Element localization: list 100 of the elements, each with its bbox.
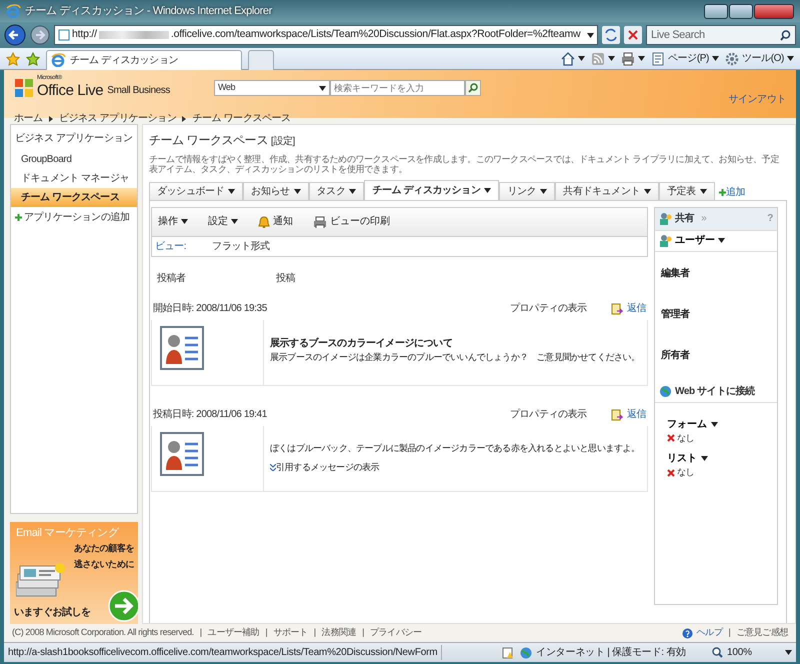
tab[interactable]: チーム ディスカッション [364, 180, 500, 200]
breadcrumb-link[interactable]: ビジネス アプリケーション [58, 111, 176, 126]
globe-icon [520, 646, 532, 658]
forward-button-icon[interactable] [30, 25, 50, 45]
reply-link[interactable]: 返信 [610, 407, 646, 422]
caret-icon [228, 188, 236, 194]
footer-link[interactable]: ユーザー補助 [208, 626, 260, 640]
role-label: 編集者 [660, 266, 691, 281]
panel-title: 共有 [675, 212, 694, 226]
tools-menu-button[interactable]: ツール(O) [724, 51, 794, 66]
search-field[interactable]: 検索キーワードを入力 [330, 80, 465, 96]
section-title: Web サイトに接続 [675, 384, 755, 399]
page-menu-button[interactable]: ページ(P) [651, 51, 719, 66]
contact-card-icon [160, 326, 204, 370]
printer-icon [313, 216, 327, 228]
divider-text: | [314, 626, 316, 640]
sidebar-item[interactable]: GroupBoard [11, 150, 137, 169]
tab[interactable]: お知らせ [243, 182, 309, 200]
home-icon[interactable] [561, 52, 576, 66]
feedback-link[interactable]: ご意見ご感想 [736, 626, 788, 640]
menu-button[interactable]: フォーム [667, 416, 718, 432]
caret-icon [787, 56, 794, 61]
tab[interactable]: ダッシュボード [149, 182, 244, 200]
caret-icon [644, 188, 652, 194]
menu-button[interactable]: 操作 [158, 214, 188, 230]
menu-button[interactable]: リスト [667, 451, 708, 466]
divider-text: | [200, 626, 202, 640]
contact-card-icon [160, 432, 204, 476]
view-label: ビュー: [155, 240, 186, 254]
sidebar-item[interactable]: チーム ワークスペース [11, 188, 137, 207]
caret-icon [785, 650, 792, 655]
window-title: チーム ディスカッション - Windows Internet Explorer [25, 4, 272, 19]
sidebar-item[interactable]: ドキュメント マネージャ [11, 169, 137, 188]
caret-icon[interactable] [608, 56, 616, 61]
caret-icon [700, 188, 707, 194]
address-field[interactable]: http:// .officelive.com/teamworkspace/Lists/Team%20Discussion/Flat.aspx?RootFolder=%2fteamw [54, 25, 598, 45]
help-icon [682, 628, 693, 638]
post-body: ぼくはブルーバック、テーブルに製品のイメージカラーである赤を入れるとよいと思いますよ。 [270, 442, 641, 455]
status-url: http://a-slash1booksofficelivecom.officelive.com/teamworkspace/Lists/Team%20Discussion/NewForm [8, 645, 442, 660]
ad-text: あなたの顧客を [74, 542, 134, 555]
minimize-button[interactable] [704, 4, 728, 18]
warning-page-icon [502, 646, 514, 658]
refresh-icon[interactable] [602, 26, 620, 44]
arrow-icon [108, 590, 138, 622]
back-button-icon[interactable] [4, 24, 26, 46]
caret-icon [587, 32, 594, 38]
print-button[interactable]: ビューの印刷 [313, 214, 390, 230]
people-icon [659, 234, 672, 248]
properties-link[interactable]: プロパティの表示 [510, 301, 587, 316]
footer-link[interactable]: プライバシー [370, 626, 422, 640]
favorites-star-icon[interactable] [6, 52, 20, 66]
close-button[interactable] [754, 4, 794, 18]
alert-button[interactable]: 通知 [258, 214, 293, 230]
printer-icon[interactable] [621, 52, 636, 66]
properties-link[interactable]: プロパティの表示 [510, 407, 587, 422]
search-button[interactable] [464, 80, 481, 96]
tab[interactable]: リンク [499, 182, 556, 200]
add-tab-link[interactable]: 追加 [714, 184, 746, 200]
tab[interactable]: 予定表 [659, 182, 715, 200]
users-menu-button[interactable]: ユーザー [655, 230, 777, 252]
divider-text: | [728, 626, 730, 640]
gear-icon [724, 52, 739, 66]
column-header[interactable]: 投稿 [276, 270, 296, 286]
maximize-button[interactable] [729, 4, 753, 18]
caret-icon [540, 188, 548, 194]
search-icon[interactable] [780, 30, 791, 40]
plus-icon [15, 214, 22, 221]
sidebar-heading: ビジネス アプリケーション [14, 132, 134, 146]
post-date: 投稿日時: 2008/11/06 19:41 [153, 408, 268, 422]
show-quote-link[interactable]: 引用するメッセージの表示 [270, 461, 380, 475]
zoom-button[interactable]: 100% [712, 645, 792, 660]
add-application-link[interactable]: アプリケーションの追加 [11, 207, 137, 228]
reply-icon [610, 302, 623, 315]
tab[interactable]: タスク [308, 182, 364, 200]
role-label: 所有者 [660, 348, 691, 363]
zoom-icon [712, 647, 723, 658]
settings-link[interactable]: [設定] [270, 136, 295, 147]
breadcrumb-link[interactable]: ホーム [14, 111, 43, 126]
stop-icon[interactable] [624, 26, 642, 44]
search-scope-dropdown[interactable]: Web [214, 80, 330, 96]
reply-link[interactable]: 返信 [610, 301, 646, 316]
caret-icon[interactable] [578, 56, 586, 61]
help-link[interactable]: ヘルプ [682, 626, 722, 640]
office-logo-icon [14, 78, 34, 98]
caret-icon [294, 188, 301, 194]
live-search-field[interactable]: Live Search [646, 25, 796, 45]
footer-link[interactable]: サポート [273, 626, 308, 640]
browser-tab[interactable]: チーム ディスカッション [46, 50, 242, 70]
add-favorites-icon[interactable] [26, 52, 40, 66]
caret-icon [701, 456, 708, 462]
caret-icon [318, 86, 326, 90]
column-header[interactable]: 投稿者 [157, 270, 186, 286]
divider-text: | [362, 626, 364, 640]
sign-out-link[interactable]: サインアウト [728, 92, 786, 107]
footer-link[interactable]: 法務関連 [322, 626, 356, 640]
logo-text: Office Live [37, 83, 104, 98]
role-label: 管理者 [660, 308, 691, 322]
caret-icon[interactable] [638, 56, 646, 61]
tab[interactable]: 共有ドキュメント [555, 182, 660, 200]
menu-button[interactable]: 設定 [208, 214, 238, 230]
